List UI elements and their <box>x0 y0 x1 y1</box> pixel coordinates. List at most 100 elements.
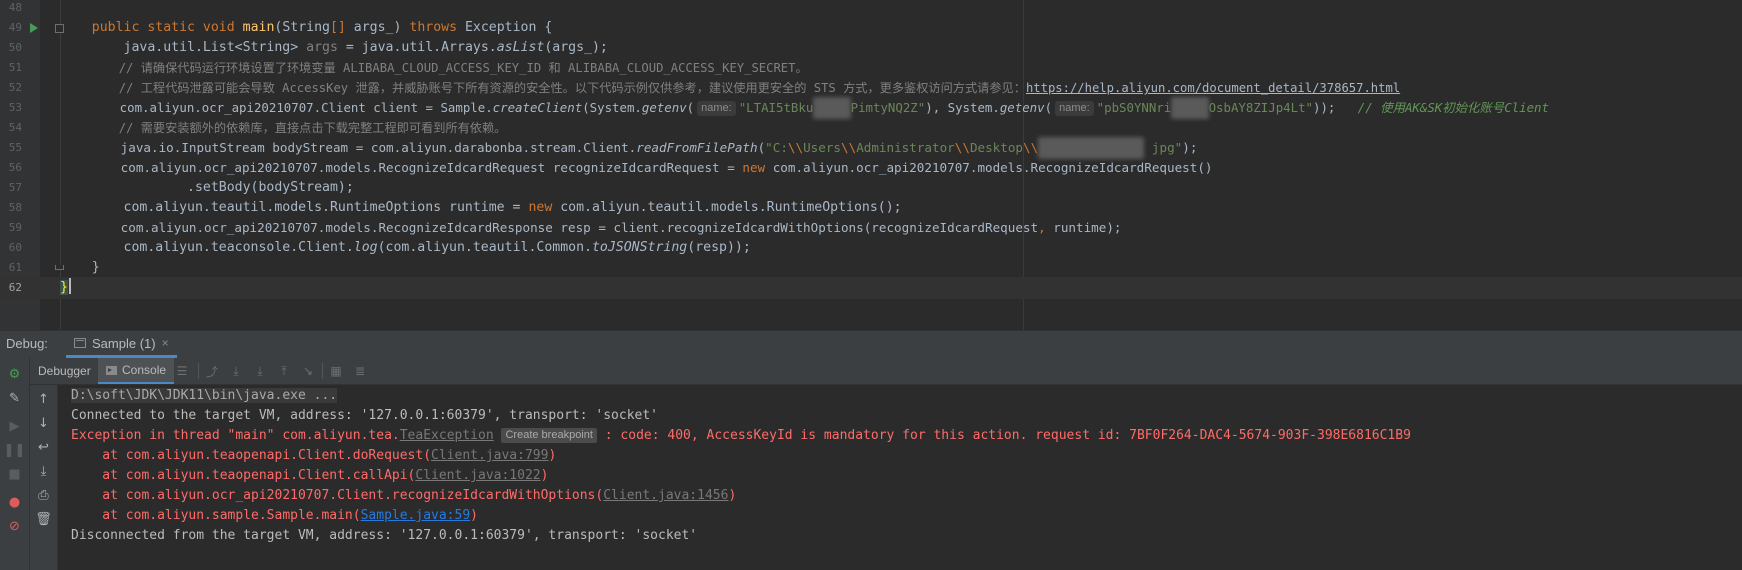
stack-frame-link[interactable]: Client.java:799 <box>431 448 548 463</box>
pause-icon[interactable]: ❚❚ <box>4 442 26 459</box>
redacted-blur: xxxxx <box>1171 97 1209 119</box>
console-output[interactable]: D:\soft\JDK\JDK11\bin\java.exe ... Conne… <box>58 385 1742 570</box>
code-text: com.aliyun.ocr_api20210707.Client client… <box>60 97 1549 119</box>
line-number: 54 <box>8 121 22 134</box>
code-text: java.util.List<String> args = java.util.… <box>60 40 608 55</box>
parameter-hint: name: <box>697 101 736 116</box>
parameter-hint: name: <box>1055 101 1094 116</box>
close-icon[interactable]: × <box>162 336 169 350</box>
line-number: 52 <box>8 81 22 94</box>
debug-title: Debug: <box>6 336 48 351</box>
soft-wrap-icon[interactable]: ↩ <box>35 439 52 456</box>
code-text: } <box>60 277 71 299</box>
stack-frame-link[interactable]: Client.java:1022 <box>415 468 540 483</box>
show-execution-point-icon[interactable]: ⤴ <box>204 363 220 379</box>
console-side-toolbar: ↑ ↓ ↩ ⤓ ⎙ 🗑 <box>30 385 58 570</box>
code-comment: // 工程代码泄露可能会导致 AccessKey 泄露，并威胁账号下所有资源的安… <box>60 81 1401 95</box>
code-line: 58 com.aliyun.teautil.models.RuntimeOpti… <box>0 197 1742 219</box>
step-out-icon[interactable]: ⤒ <box>276 363 292 379</box>
code-line: 51 // 请确保代码运行环境设置了环境变量 ALIBABA_CLOUD_ACC… <box>0 57 1742 79</box>
tab-debugger-label: Debugger <box>38 364 91 378</box>
debug-left-toolbar: ⚙ ✎ ▶ ❚❚ ■ ● ⊘ <box>0 358 30 570</box>
run-gutter-icon[interactable] <box>30 23 38 33</box>
code-line: 53 com.aliyun.ocr_api20210707.Client cli… <box>0 97 1742 119</box>
mute-breakpoints-icon[interactable]: ⊘ <box>6 518 23 535</box>
stack-frame: at com.aliyun.sample.Sample.main(Sample.… <box>71 508 478 523</box>
print-icon[interactable]: ⎙ <box>35 487 52 504</box>
code-text: com.aliyun.ocr_api20210707.models.Recogn… <box>60 160 1213 175</box>
code-text: } <box>60 260 100 275</box>
console-line: Connected to the target VM, address: '12… <box>71 408 658 423</box>
debug-sub-toolbar: Debugger Console ☰ ⤴ ⤓ ⤓ ⤒ ↘ ▦ ≣ <box>30 358 1742 385</box>
exception-class-link[interactable]: TeaException <box>400 428 494 443</box>
line-number: 57 <box>8 181 22 194</box>
code-text: com.aliyun.ocr_api20210707.models.Recogn… <box>60 220 1122 235</box>
line-number: 59 <box>8 221 22 234</box>
stack-frame: at com.aliyun.teaopenapi.Client.doReques… <box>71 448 557 463</box>
code-line: 52 // 工程代码泄露可能会导致 AccessKey 泄露，并威胁账号下所有资… <box>0 77 1742 99</box>
console-line: D:\soft\JDK\JDK11\bin\java.exe ... <box>71 385 338 407</box>
down-arrow-icon[interactable]: ↓ <box>35 415 52 432</box>
toolbar-divider <box>198 363 199 379</box>
line-number: 56 <box>8 161 22 174</box>
line-number: 61 <box>8 261 22 274</box>
debug-session-label: Sample (1) <box>92 335 156 351</box>
console-icon <box>106 365 117 375</box>
stack-frame-link[interactable]: Sample.java:59 <box>361 508 471 523</box>
tab-console-label: Console <box>122 363 167 377</box>
code-line: 54 // 需要安装额外的依赖库，直接点击下载完整工程即可看到所有依赖。 <box>0 117 1742 139</box>
stack-frame: at com.aliyun.ocr_api20210707.Client.rec… <box>71 488 737 503</box>
step-over-icon[interactable]: ⤓ <box>228 363 244 379</box>
console-error-line: Exception in thread "main" com.aliyun.te… <box>71 428 1411 443</box>
stack-frame: at com.aliyun.teaopenapi.Client.callApi(… <box>71 468 549 483</box>
line-number: 62 <box>8 281 22 294</box>
code-line: 56 com.aliyun.ocr_api20210707.models.Rec… <box>0 157 1742 179</box>
code-line: 61 } <box>0 257 1742 279</box>
line-number: 53 <box>8 101 22 114</box>
up-arrow-icon[interactable]: ↑ <box>35 391 52 408</box>
text-caret <box>68 278 71 294</box>
code-text: com.aliyun.teaconsole.Client.log(com.ali… <box>60 240 751 255</box>
toolbar-divider <box>322 363 323 379</box>
stack-frame-link[interactable]: Client.java:1456 <box>603 488 728 503</box>
code-comment: // 请确保代码运行环境设置了环境变量 ALIBABA_CLOUD_ACCESS… <box>60 61 808 75</box>
debug-toolwindow-header: Debug: Sample (1) × <box>0 330 1742 359</box>
line-number: 60 <box>8 241 22 254</box>
line-number: 50 <box>8 41 22 54</box>
tab-debugger[interactable]: Debugger <box>30 358 99 384</box>
line-number: 51 <box>8 61 22 74</box>
code-text: .setBody(bodyStream); <box>60 180 354 195</box>
redacted-blur: xxxxx <box>813 97 851 119</box>
doc-link[interactable]: https://help.aliyun.com/document_detail/… <box>1026 81 1400 95</box>
code-line: 60 com.aliyun.teaconsole.Client.log(com.… <box>0 237 1742 259</box>
code-editor[interactable]: 48 49 public static void main(String[] a… <box>0 0 1742 330</box>
window-icon <box>74 338 86 348</box>
code-line: 55 java.io.InputStream bodyStream = com.… <box>0 137 1742 159</box>
code-text: public static void main(String[] args_) … <box>91 20 553 35</box>
resume-icon[interactable]: ▶ <box>6 418 23 435</box>
create-breakpoint-button[interactable]: Create breakpoint <box>501 428 597 443</box>
code-line: 59 com.aliyun.ocr_api20210707.models.Rec… <box>0 217 1742 239</box>
stop-icon[interactable]: ■ <box>6 466 23 483</box>
redacted-blur: xxxxxxxxxxxxxx <box>1038 137 1145 159</box>
layout-menu-icon[interactable]: ☰ <box>174 363 190 379</box>
step-into-icon[interactable]: ⤓ <box>252 363 268 379</box>
trace-icon[interactable]: ≣ <box>352 363 368 379</box>
scroll-to-end-icon[interactable]: ⤓ <box>35 463 52 480</box>
current-code-line: 62 } <box>0 277 1742 299</box>
settings-wrench-icon[interactable]: ✎ <box>6 390 23 407</box>
command-line[interactable]: D:\soft\JDK\JDK11\bin\java.exe ... <box>71 388 338 403</box>
evaluate-expression-icon[interactable]: ▦ <box>328 363 344 379</box>
tab-console[interactable]: Console <box>98 358 175 384</box>
line-number: 58 <box>8 201 22 214</box>
view-breakpoints-icon[interactable]: ● <box>6 494 23 511</box>
console-line: Disconnected from the target VM, address… <box>71 528 698 543</box>
code-text: java.io.InputStream bodyStream = com.ali… <box>60 137 1197 159</box>
trash-icon[interactable]: 🗑 <box>35 511 52 528</box>
run-to-cursor-icon[interactable]: ↘ <box>300 363 316 379</box>
code-text: com.aliyun.teautil.models.RuntimeOptions… <box>60 200 902 215</box>
rerun-debug-icon[interactable]: ⚙ <box>6 366 23 383</box>
line-number: 55 <box>8 141 22 154</box>
code-line: 49 public static void main(String[] args… <box>0 17 1742 39</box>
debug-session-tab[interactable]: Sample (1) × <box>66 331 177 358</box>
